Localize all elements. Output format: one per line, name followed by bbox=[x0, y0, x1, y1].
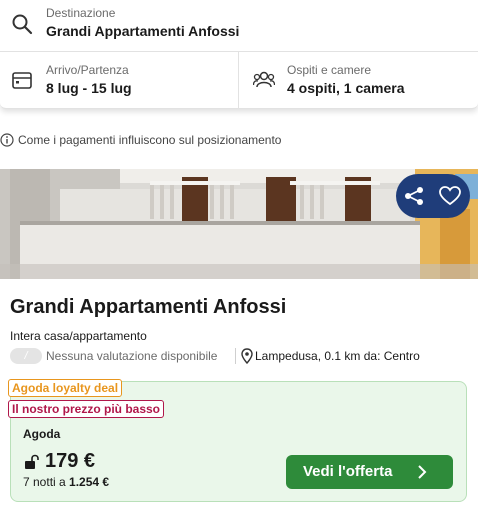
loyalty-badge: Agoda loyalty deal bbox=[8, 379, 123, 397]
search-icon bbox=[11, 13, 33, 40]
info-icon bbox=[0, 133, 14, 150]
destination-label: Destinazione bbox=[46, 6, 116, 20]
rating-text: Nessuna valutazione disponibile bbox=[46, 349, 218, 363]
property-title[interactable]: Grandi Appartamenti Anfossi bbox=[10, 296, 286, 319]
view-offer-button[interactable]: Vedi l'offerta bbox=[286, 455, 453, 489]
dates-field[interactable]: Arrivo/Partenza 8 lug - 15 lug bbox=[0, 52, 239, 108]
property-type: Intera casa/appartamento bbox=[10, 329, 147, 343]
location-pin-icon bbox=[241, 348, 253, 367]
location-text: Lampedusa, 0.1 km da: Centro bbox=[255, 349, 420, 363]
unlock-icon bbox=[23, 454, 39, 475]
search-panel: Destinazione Grandi Appartamenti Anfossi… bbox=[0, 0, 478, 109]
guests-value: 4 ospiti, 1 camera bbox=[287, 80, 405, 96]
lowest-price-badge: Il nostro prezzo più basso bbox=[8, 400, 165, 418]
photo-actions bbox=[396, 174, 470, 218]
ranking-info-text: Come i pagamenti influiscono sul posizio… bbox=[18, 133, 282, 147]
guests-field[interactable]: Ospiti e camere 4 ospiti, 1 camera bbox=[239, 52, 478, 108]
rating-pill: / bbox=[10, 348, 42, 364]
destination-field[interactable]: Destinazione Grandi Appartamenti Anfossi bbox=[0, 0, 478, 52]
total-price: 1.254 € bbox=[69, 475, 110, 489]
dates-value: 8 lug - 15 lug bbox=[46, 80, 132, 96]
stay-total: 7 notti a 1.254 € bbox=[23, 475, 109, 489]
view-offer-label: Vedi l'offerta bbox=[303, 463, 393, 480]
dates-label: Arrivo/Partenza bbox=[46, 63, 129, 77]
provider-name: Agoda bbox=[23, 427, 61, 441]
chevron-right-icon bbox=[417, 465, 427, 483]
divider bbox=[235, 348, 236, 364]
nights-prefix: 7 notti a bbox=[23, 475, 66, 489]
guests-label: Ospiti e camere bbox=[287, 63, 372, 77]
calendar-icon bbox=[12, 71, 32, 94]
share-icon[interactable] bbox=[403, 186, 425, 211]
destination-value: Grandi Appartamenti Anfossi bbox=[46, 23, 240, 39]
nightly-price: 179 € bbox=[45, 450, 96, 472]
heart-icon[interactable] bbox=[439, 186, 461, 211]
guests-icon bbox=[252, 70, 276, 93]
